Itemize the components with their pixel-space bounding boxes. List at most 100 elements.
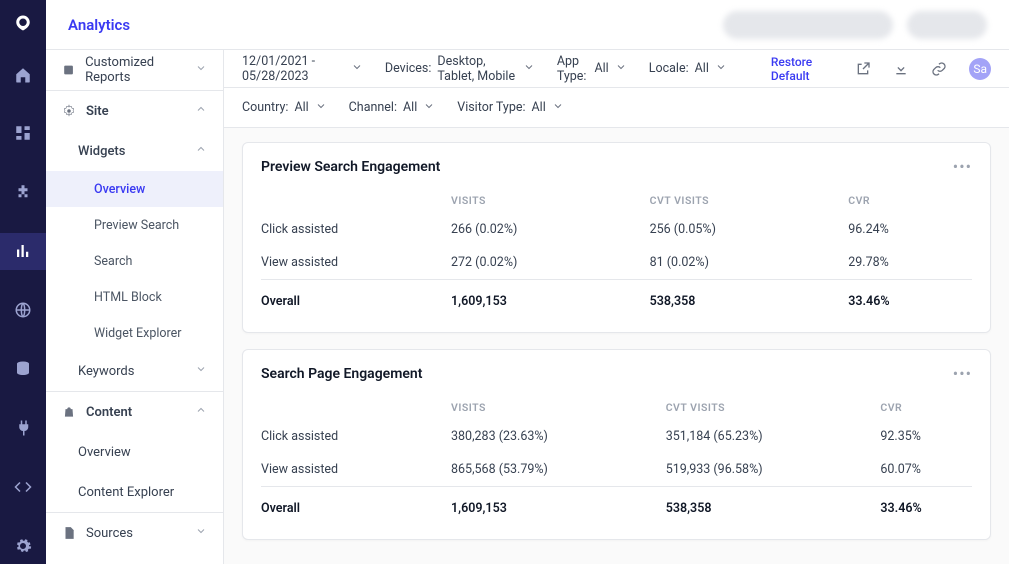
card-more-icon[interactable]: ••• (953, 364, 972, 383)
row-visits: 865,568 (53.79%) (451, 453, 666, 487)
sub-filter-bar: Country: All Channel: All Visitor Type: … (224, 88, 1009, 128)
share-icon[interactable] (855, 61, 871, 77)
row-visits: 272 (0.02%) (451, 246, 650, 280)
rail-puzzle-icon[interactable] (0, 174, 46, 211)
chevron-up-icon (195, 103, 207, 119)
sidebar-content[interactable]: Content (46, 392, 223, 432)
footer-note: Analytics data is collected and presente… (242, 556, 991, 564)
sidebar-widget-preview-search[interactable]: Preview Search (46, 207, 223, 243)
sidebar-widget-overview[interactable]: Overview (46, 171, 223, 207)
chevron-down-icon (351, 61, 363, 77)
filter-value: All (532, 100, 546, 115)
link-icon[interactable] (931, 61, 947, 77)
date-range-filter[interactable]: 12/01/2021 - 05/28/2023 (242, 54, 363, 84)
sidebar-keywords[interactable]: Keywords (46, 351, 223, 391)
country-filter[interactable]: Country: All (242, 100, 327, 116)
filter-bar: 12/01/2021 - 05/28/2023 Devices: Desktop… (224, 50, 1009, 88)
sidebar-content-overview[interactable]: Overview (46, 432, 223, 472)
chevron-down-icon (195, 525, 207, 541)
sidebar-label: HTML Block (94, 290, 162, 305)
sidebar-label: Customized Reports (85, 55, 195, 85)
filter-value: All (695, 61, 709, 76)
row-cvt: 81 (0.02%) (650, 246, 849, 280)
preview-search-engagement-card: Preview Search Engagement ••• VISITS CVT… (242, 142, 991, 333)
row-cvt: 538,358 (650, 280, 849, 319)
sidebar-widget-html-block[interactable]: HTML Block (46, 279, 223, 315)
reports-icon (62, 63, 75, 77)
page-title: Analytics (68, 16, 130, 34)
app-type-filter[interactable]: App Type: All (557, 54, 627, 84)
nav-rail (0, 0, 46, 564)
card-title: Search Page Engagement (261, 366, 422, 382)
table-header: CVR (848, 188, 972, 213)
sidebar-site[interactable]: Site (46, 91, 223, 131)
sidebar-label: Widgets (78, 144, 125, 159)
restore-default-button[interactable]: Restore Default (771, 55, 834, 83)
row-cvt: 351,184 (65.23%) (666, 420, 881, 453)
rail-globe-icon[interactable] (0, 292, 46, 329)
row-label: Overall (261, 280, 451, 319)
engagement-table: VISITS CVT VISITS CVR Click assisted 380… (261, 395, 972, 525)
filter-label: App Type: (557, 54, 589, 84)
locale-filter[interactable]: Locale: All (649, 61, 727, 77)
sidebar-sources[interactable]: Sources (46, 513, 223, 553)
row-visits: 1,609,153 (451, 280, 650, 319)
table-header: VISITS (451, 395, 666, 420)
row-label: View assisted (261, 453, 451, 487)
sidebar-widget-explorer[interactable]: Widget Explorer (46, 315, 223, 351)
row-cvr: 33.46% (848, 280, 972, 319)
card-more-icon[interactable]: ••• (953, 157, 972, 176)
sidebar-widgets[interactable]: Widgets (46, 131, 223, 171)
chevron-down-icon (423, 100, 435, 116)
user-menu-blurred[interactable] (907, 11, 987, 39)
filter-label: Locale: (649, 61, 689, 76)
save-button[interactable]: Sa (969, 58, 991, 80)
chevron-down-icon (523, 61, 535, 77)
sidebar-widget-search[interactable]: Search (46, 243, 223, 279)
filter-value: All (594, 61, 608, 76)
row-cvt: 519,933 (96.58%) (666, 453, 881, 487)
rail-home-icon[interactable] (0, 56, 46, 93)
row-label: View assisted (261, 246, 451, 280)
rail-analytics-icon[interactable] (0, 233, 46, 270)
filter-label: Devices: (385, 61, 432, 76)
rail-dashboard-icon[interactable] (0, 115, 46, 152)
channel-filter[interactable]: Channel: All (349, 100, 436, 116)
chevron-down-icon (615, 61, 627, 77)
chevron-up-icon (195, 143, 207, 159)
sidebar-label: Widget Explorer (94, 326, 182, 341)
sidebar-label: Overview (78, 445, 131, 460)
table-header (261, 188, 451, 213)
row-cvr: 33.46% (880, 487, 972, 526)
chevron-down-icon (195, 363, 207, 379)
account-selector-blurred[interactable] (723, 11, 893, 39)
rail-plug-icon[interactable] (0, 409, 46, 446)
rail-database-icon[interactable] (0, 351, 46, 388)
rail-code-icon[interactable] (0, 468, 46, 505)
row-cvr: 96.24% (848, 213, 972, 246)
download-icon[interactable] (893, 61, 909, 77)
chevron-down-icon (552, 100, 564, 116)
row-label: Overall (261, 487, 451, 526)
sidebar-customized-reports[interactable]: Customized Reports (46, 50, 223, 90)
rail-gear-icon[interactable] (0, 527, 46, 564)
table-row: View assisted 272 (0.02%) 81 (0.02%) 29.… (261, 246, 972, 280)
gear-icon (62, 104, 76, 118)
chevron-down-icon (315, 100, 327, 116)
filter-value: All (294, 100, 308, 115)
visitor-type-filter[interactable]: Visitor Type: All (457, 100, 564, 116)
table-header: CVR (880, 395, 972, 420)
row-label: Click assisted (261, 420, 451, 453)
bag-icon (62, 405, 76, 419)
sidebar-label: Content (86, 405, 132, 420)
filter-label: Country: (242, 100, 288, 115)
devices-filter[interactable]: Devices: Desktop, Tablet, Mobile (385, 54, 535, 84)
filter-value: 12/01/2021 - 05/28/2023 (242, 54, 345, 84)
chevron-down-icon (715, 61, 727, 77)
table-row-overall: Overall 1,609,153 538,358 33.46% (261, 487, 972, 526)
table-header: CVT VISITS (666, 395, 881, 420)
sidebar-content-explorer[interactable]: Content Explorer (46, 472, 223, 512)
row-visits: 380,283 (23.63%) (451, 420, 666, 453)
table-header: CVT VISITS (650, 188, 849, 213)
table-row: Click assisted 380,283 (23.63%) 351,184 … (261, 420, 972, 453)
